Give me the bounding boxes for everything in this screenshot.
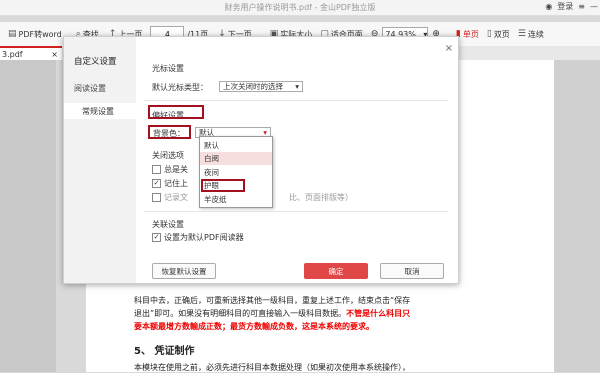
doc-line-4: 本模块在使用之前，必须先进行科目本数据处理（如果初次使用本系统操作）， <box>134 363 410 372</box>
default-reader-label: 设置为默认PDF阅读器 <box>164 233 244 242</box>
menu-icon[interactable]: ≡ <box>578 2 585 11</box>
window-controls: ◉ 登录 ≡ — <box>545 1 598 12</box>
login-link[interactable]: 登录 <box>557 1 573 12</box>
single-page-button[interactable]: ▮ 单页 <box>456 29 479 40</box>
cursor-section-title: 光标设置 <box>152 64 184 73</box>
chevron-down-icon: ▾ <box>295 82 299 91</box>
doc-line-1: 科目中去，正确后，可重新选择其他一级科目，重复上述工作，结束点击“保存 <box>134 296 411 305</box>
divider <box>144 211 448 212</box>
doc-line-2: 退出”即可。如果没有明细科目的可直接输入一级科目数据。不管是什么科目只 <box>134 308 410 319</box>
bg-color-dropdown: 默认 白阅 夜间 护眼 羊皮纸 <box>199 136 273 208</box>
close-option-1[interactable]: 总是关 <box>152 164 188 175</box>
bg-option-default[interactable]: 默认 <box>200 139 272 152</box>
double-page-icon: ▯ <box>486 29 492 39</box>
double-page-button[interactable]: ▯ 双页 <box>487 29 510 40</box>
title-bar: 财务用户操作说明书.pdf - 金山PDF独立版 ◉ 登录 ≡ — <box>0 0 600 16</box>
nav-title: 自定义设置 <box>74 57 117 67</box>
close-option-2[interactable]: ✓ 记住上 <box>152 178 188 189</box>
window-title: 财务用户操作说明书.pdf - 金山PDF独立版 <box>224 3 376 12</box>
reset-defaults-button[interactable]: 恢复默认设置 <box>152 263 216 279</box>
close-option-3[interactable]: 记录文 <box>152 192 188 203</box>
checkbox[interactable] <box>152 193 161 202</box>
dialog-nav: 自定义设置 阅读设置 常规设置 <box>64 37 136 283</box>
checkbox-checked[interactable]: ✓ <box>152 179 161 188</box>
bg-option-night[interactable]: 夜间 <box>200 166 272 179</box>
left-panel <box>0 60 56 372</box>
close-icon[interactable]: × <box>51 50 58 59</box>
settings-dialog: × 自定义设置 阅读设置 常规设置 光标设置 默认光标类型： 上次关闭时的选择 … <box>63 36 459 284</box>
divider <box>144 100 448 101</box>
nav-item-general[interactable]: 常规设置 <box>64 103 136 119</box>
ok-button[interactable]: 确定 <box>304 263 368 279</box>
close-option-3-suffix: 比、页面排版等） <box>289 193 353 202</box>
nav-item-reading[interactable]: 阅读设置 <box>74 83 106 94</box>
close-section-title: 关闭选项 <box>152 151 184 160</box>
continuous-button[interactable]: ☰ 连续 <box>518 29 544 40</box>
bg-option-parchment[interactable]: 羊皮纸 <box>200 193 272 206</box>
checkbox-checked[interactable]: ✓ <box>152 233 161 242</box>
close-icon[interactable]: × <box>445 43 453 54</box>
highlight-box-bg <box>148 125 191 139</box>
tab-label: 3.pdf <box>2 49 23 59</box>
checkbox[interactable] <box>152 165 161 174</box>
single-page-label: 单页 <box>462 29 479 39</box>
tab-document[interactable]: 3.pdf × <box>0 46 62 60</box>
pdf-to-word-button[interactable]: ▤ PDF转word <box>8 29 62 40</box>
user-icon[interactable]: ◉ <box>545 2 552 11</box>
highlight-box-eye-care <box>201 179 245 192</box>
doc-line-2-text: 退出”即可。如果没有明细科目的可直接输入一级科目数据。 <box>134 309 347 318</box>
pdf-to-word-icon: ▤ <box>8 29 17 39</box>
highlight-box-pref <box>148 105 204 119</box>
close-option-1-label: 总是关 <box>164 165 188 174</box>
doc-heading: 5、 凭证制作 <box>134 346 195 357</box>
pdf-to-word-label: PDF转word <box>18 29 62 39</box>
right-panel <box>554 60 600 372</box>
close-option-3-label: 记录文 <box>164 193 188 202</box>
close-option-2-label: 记住上 <box>164 179 188 188</box>
cursor-type-value: 上次关闭时的选择 <box>223 82 283 91</box>
continuous-label: 连续 <box>527 29 544 39</box>
doc-line-2-red: 不管是什么科目只 <box>346 309 411 318</box>
cancel-button[interactable]: 取消 <box>380 263 444 279</box>
minimize-icon[interactable]: — <box>590 2 598 11</box>
cursor-type-select[interactable]: 上次关闭时的选择 ▾ <box>219 81 303 92</box>
continuous-icon: ☰ <box>517 29 526 39</box>
double-page-label: 双页 <box>493 29 510 39</box>
assoc-section-title: 关联设置 <box>152 220 184 229</box>
cursor-type-label: 默认光标类型： <box>152 83 208 92</box>
bg-option-white[interactable]: 白阅 <box>200 152 272 165</box>
doc-line-3: 要本额最增方数輸成正数；最货方数輸成负数，这是本系统的要求。 <box>134 322 374 331</box>
default-reader-option[interactable]: ✓ 设置为默认PDF阅读器 <box>152 232 244 243</box>
